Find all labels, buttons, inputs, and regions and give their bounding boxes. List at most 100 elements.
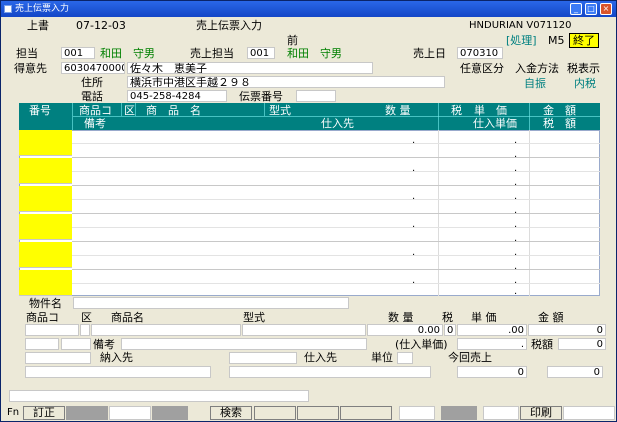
d-kingaku-label: 金 額: [538, 311, 564, 324]
fn-label: Fn: [7, 407, 20, 418]
d-shohin-mei-input[interactable]: [91, 324, 241, 336]
d-tanka-input[interactable]: .00: [457, 324, 527, 336]
d-kata-input[interactable]: [242, 324, 366, 336]
row-divider: [72, 185, 600, 186]
price-dot: .: [514, 233, 518, 244]
tokuisaki-code-input[interactable]: 6030470000: [61, 62, 125, 74]
row-number-cell[interactable]: [19, 186, 72, 212]
price-dot: .: [514, 261, 518, 272]
fkey-blank[interactable]: [340, 406, 392, 420]
uri-tanto-name: 和田 守男: [287, 47, 342, 60]
close-button[interactable]: ×: [600, 3, 612, 15]
tokuisaki-label: 得意先: [14, 62, 47, 75]
insatsu-button[interactable]: 印刷: [520, 406, 562, 420]
row-divider: [72, 241, 600, 242]
d-shiiresaki-input[interactable]: [229, 366, 431, 378]
app-icon: [4, 5, 12, 13]
nin-kubun-label: 任意区分: [460, 62, 504, 75]
denpyo-label: 伝票番号: [239, 90, 283, 103]
d-blank-input[interactable]: [229, 352, 297, 364]
process-label: [処理]: [506, 34, 537, 47]
bukken-input[interactable]: [73, 297, 349, 309]
d-konkai-label: 今回売上: [448, 351, 492, 364]
uri-tanto-label: 売上担当: [190, 47, 234, 60]
d-kata-label: 型式: [243, 311, 265, 324]
row-divider: [72, 283, 600, 284]
d-zeigaku-input[interactable]: 0: [558, 338, 606, 350]
d-ku-input[interactable]: [80, 324, 90, 336]
maximize-button[interactable]: □: [585, 3, 597, 15]
qty-dot: .: [412, 191, 416, 202]
d-blank-input[interactable]: [61, 338, 91, 350]
fkey-blank: [152, 406, 188, 420]
price-dot: .: [514, 205, 518, 216]
d-kingaku-input[interactable]: 0: [528, 324, 606, 336]
h-shiiresaki: 仕入先: [321, 117, 354, 130]
teisei-button[interactable]: 訂正: [23, 406, 65, 420]
d-suryo-input[interactable]: 0.00: [367, 324, 443, 336]
fkey-blank: [66, 406, 108, 420]
d-ku-label: 区: [81, 311, 92, 324]
d-zei-input[interactable]: 0: [444, 324, 456, 336]
h-shiire-tanka: 仕入単価: [473, 117, 517, 130]
fkey-blank[interactable]: [254, 406, 296, 420]
row-divider: [72, 143, 600, 144]
nyukin-value: 自振: [524, 77, 546, 90]
kensaku-button[interactable]: 検索: [210, 406, 252, 420]
fkey-blank: [441, 406, 477, 420]
minimize-button[interactable]: _: [570, 3, 582, 15]
denpyo-input[interactable]: [296, 90, 336, 102]
zeihyoji-value: 内税: [574, 77, 596, 90]
exit-button[interactable]: 終了: [569, 33, 599, 48]
uriage-bi-input[interactable]: 070310: [457, 47, 503, 59]
grid-separator: [264, 103, 265, 116]
d-zei-label: 税: [442, 311, 453, 324]
price-dot: .: [514, 135, 518, 146]
h-zeigaku: 税 額: [543, 117, 576, 130]
d-konkai-input-2[interactable]: 0: [547, 366, 603, 378]
d-blank-input[interactable]: [25, 338, 59, 350]
qty-dot: .: [412, 163, 416, 174]
d-shohin-code-label: 商品コ: [26, 311, 59, 324]
d-shiiresaki-label: 仕入先: [304, 351, 337, 364]
row-number-cell[interactable]: [19, 158, 72, 184]
tokuisaki-name-input[interactable]: 佐々木 恵美子: [127, 62, 373, 74]
row-divider: [72, 199, 600, 200]
mode-label: 上書: [27, 19, 49, 32]
denwa-input[interactable]: 045-258-4284: [127, 90, 227, 102]
d-shohin-code-input[interactable]: [25, 324, 79, 336]
h-biko: 備考: [84, 117, 106, 130]
h-bango: 番号: [29, 104, 51, 117]
tanto-code-input[interactable]: 001: [61, 47, 95, 59]
d-zeigaku-label: 税額: [531, 338, 553, 351]
d-tani-input[interactable]: [397, 352, 413, 364]
price-dot: .: [514, 247, 518, 258]
row-number-cell[interactable]: [19, 214, 72, 240]
zeihyoji-label: 税表示: [567, 62, 600, 75]
qty-dot: .: [412, 135, 416, 146]
fkey-blank[interactable]: [297, 406, 339, 420]
d-biko-input[interactable]: [121, 338, 367, 350]
nyukin-label: 入金方法: [515, 62, 559, 75]
row-number-cell[interactable]: [19, 242, 72, 268]
tanto-label: 担当: [16, 47, 38, 60]
d-nonyusaki-label: 納入先: [100, 351, 133, 364]
d-blank-input[interactable]: [25, 352, 91, 364]
uri-tanto-code-input[interactable]: 001: [247, 47, 275, 59]
prev-label[interactable]: 前: [287, 34, 298, 47]
d-konkai-input-1[interactable]: 0: [457, 366, 527, 378]
row-number-cell[interactable]: [19, 270, 72, 296]
row-divider: [72, 213, 600, 214]
jusho-input[interactable]: 横浜市中港区手越２９８: [127, 76, 445, 88]
price-dot: .: [514, 149, 518, 160]
qty-dot: .: [412, 219, 416, 230]
row-divider: [72, 269, 600, 270]
jusho-label: 住所: [81, 76, 103, 89]
d-nonyusaki-input[interactable]: [25, 366, 211, 378]
fkey-blank: [109, 406, 151, 420]
price-dot: .: [514, 219, 518, 230]
fkey-blank: [563, 406, 615, 420]
row-number-cell[interactable]: [19, 130, 72, 156]
system-id: HNDURIAN V071120: [469, 20, 572, 31]
d-shiire-tanka-input[interactable]: .: [457, 338, 527, 350]
